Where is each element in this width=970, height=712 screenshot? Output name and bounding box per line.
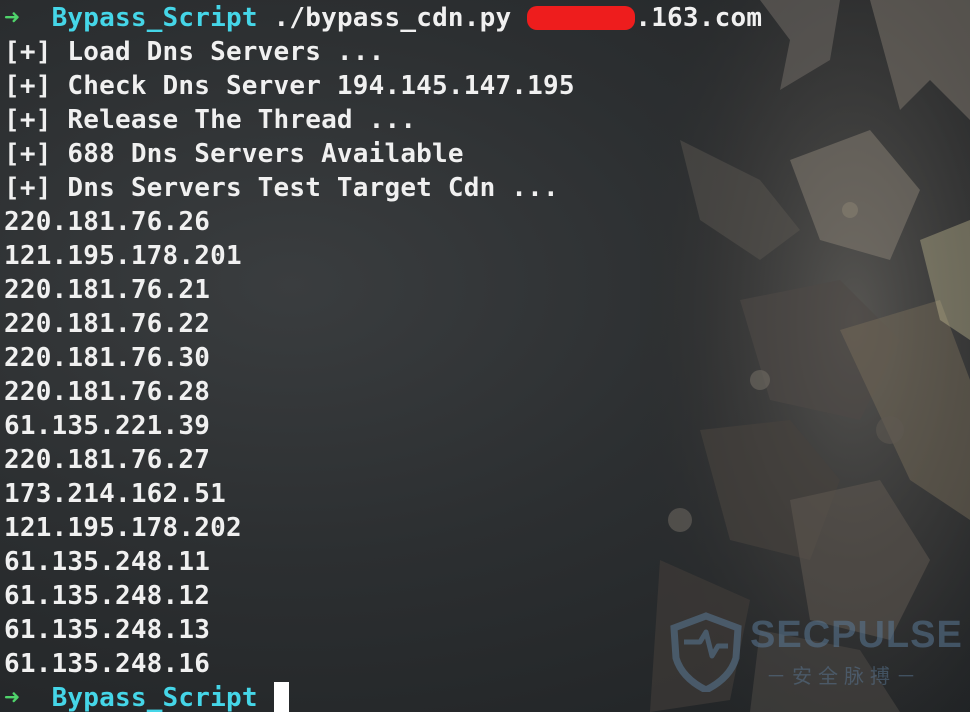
ip-result-line: 220.181.76.27: [4, 445, 211, 475]
ip-result-line: 220.181.76.26: [4, 207, 211, 237]
watermark: SECPULSE －安全脉搏－: [666, 612, 966, 692]
ip-result-line: 220.181.76.28: [4, 377, 211, 407]
ip-result-line: 220.181.76.30: [4, 343, 211, 373]
command-target-suffix: .163.com: [635, 3, 763, 33]
ip-result-line: 61.135.248.13: [4, 615, 211, 645]
prompt-directory: Bypass_Script: [51, 3, 258, 33]
prompt-directory: Bypass_Script: [51, 683, 258, 712]
text-cursor[interactable]: [273, 682, 289, 712]
ip-result-line: 61.135.221.39: [4, 411, 211, 441]
command-text: ./bypass_cdn.py: [273, 3, 512, 33]
status-line: [+] Check Dns Server 194.145.147.195: [4, 71, 575, 101]
ip-result-line: 61.135.248.11: [4, 547, 211, 577]
command-line: ➜ Bypass_Script ./bypass_cdn.py .163.com: [4, 1, 762, 35]
status-line: [+] 688 Dns Servers Available: [4, 139, 464, 169]
prompt-arrow-icon: ➜: [4, 683, 20, 712]
watermark-subtitle: －安全脉搏－: [766, 664, 922, 688]
terminal-window[interactable]: ➜ Bypass_Script ./bypass_cdn.py .163.com …: [0, 0, 970, 712]
ip-result-line: 173.214.162.51: [4, 479, 226, 509]
watermark-brand: SECPULSE: [750, 614, 963, 656]
ip-result-line: 220.181.76.21: [4, 275, 211, 305]
prompt-arrow-icon: ➜: [4, 3, 20, 33]
ip-result-line: 61.135.248.16: [4, 649, 211, 679]
ip-result-line: 61.135.248.12: [4, 581, 211, 611]
shield-icon: [670, 612, 742, 692]
ip-result-line: 121.195.178.202: [4, 513, 242, 543]
status-line: [+] Release The Thread ...: [4, 105, 417, 135]
ip-result-line: 121.195.178.201: [4, 241, 242, 271]
ip-result-line: 220.181.76.22: [4, 309, 211, 339]
status-line: [+] Load Dns Servers ...: [4, 37, 385, 67]
status-line: [+] Dns Servers Test Target Cdn ...: [4, 173, 559, 203]
prompt-line[interactable]: ➜ Bypass_Script: [4, 681, 289, 712]
redacted-domain: [527, 6, 636, 30]
